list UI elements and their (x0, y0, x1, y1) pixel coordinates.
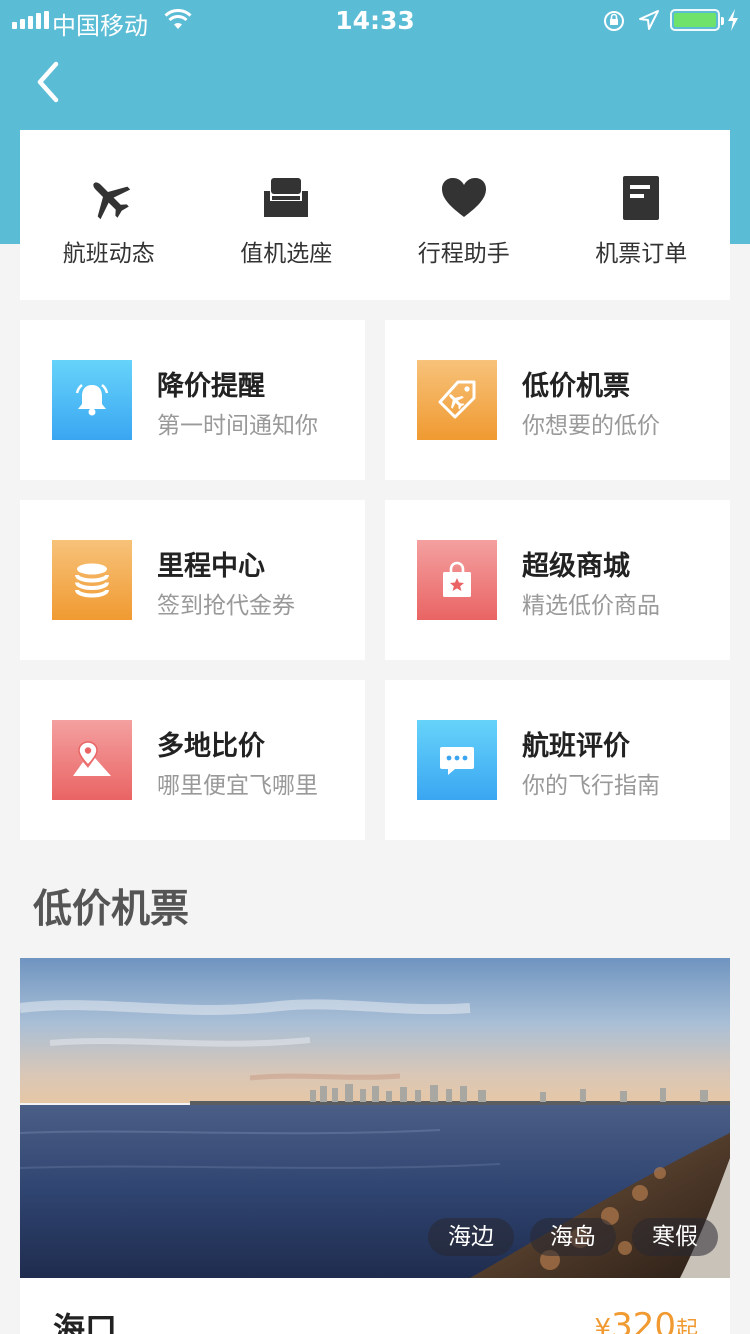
feature-flight-reviews[interactable]: 航班评价 你的飞行指南 (385, 680, 730, 840)
feature-price-alert[interactable]: 降价提醒 第一时间通知你 (20, 320, 365, 480)
quick-action-label: 机票订单 (595, 241, 688, 267)
shopping-bag-icon (417, 540, 497, 620)
feature-subtitle: 你想要的低价 (522, 413, 660, 439)
chat-bubble-icon (417, 720, 497, 800)
feature-grid: 降价提醒 第一时间通知你 低价机票 你想要的低价 里程中心 签到抢代金券 超级商… (20, 320, 730, 840)
ticket-tag-icon (417, 360, 497, 440)
quick-action-label: 值机选座 (240, 241, 333, 267)
feature-title: 多地比价 (157, 731, 265, 762)
destination-card[interactable]: 海口 ¥320起 (20, 1278, 730, 1334)
bell-icon (52, 360, 132, 440)
destination-tags: 海边 海岛 寒假 (428, 1218, 718, 1256)
feature-title: 低价机票 (522, 371, 630, 402)
back-button[interactable] (30, 58, 70, 108)
tag-chip[interactable]: 海边 (428, 1218, 514, 1256)
feature-title: 航班评价 (522, 731, 630, 762)
feature-subtitle: 哪里便宜飞哪里 (157, 773, 318, 799)
destination-name: 海口 (53, 1310, 118, 1334)
feature-subtitle: 你的飞行指南 (522, 773, 660, 799)
status-bar: 中国移动 14:33 (0, 0, 750, 40)
quick-action-check-in[interactable]: 值机选座 (198, 130, 376, 300)
feature-low-price-tickets[interactable]: 低价机票 你想要的低价 (385, 320, 730, 480)
feature-title: 超级商城 (522, 551, 630, 582)
quick-actions-card: 航班动态 值机选座 行程助手 机票订单 (20, 130, 730, 300)
feature-mileage-center[interactable]: 里程中心 签到抢代金券 (20, 500, 365, 660)
tag-chip[interactable]: 海岛 (530, 1218, 616, 1256)
price-currency: ¥ (594, 1314, 612, 1334)
coins-icon (52, 540, 132, 620)
heart-icon (440, 174, 488, 222)
document-icon (617, 174, 665, 222)
feature-subtitle: 精选低价商品 (522, 593, 660, 619)
tag-chip[interactable]: 寒假 (632, 1218, 718, 1256)
charging-bolt-icon (728, 9, 738, 31)
map-pin-mountain-icon (52, 720, 132, 800)
feature-multi-city-compare[interactable]: 多地比价 哪里便宜飞哪里 (20, 680, 365, 840)
destination-price: ¥320起 (595, 1306, 698, 1334)
battery-icon (670, 9, 724, 31)
quick-action-trip-assistant[interactable]: 行程助手 (375, 130, 553, 300)
rotation-lock-icon (604, 11, 624, 31)
feature-super-mall[interactable]: 超级商城 精选低价商品 (385, 500, 730, 660)
airplane-icon (85, 174, 133, 222)
price-suffix: 起 (675, 1318, 698, 1334)
feature-title: 里程中心 (157, 551, 265, 582)
location-arrow-icon (639, 10, 659, 30)
feature-subtitle: 签到抢代金券 (157, 593, 295, 619)
section-title-low-price: 低价机票 (33, 887, 190, 932)
seat-icon (262, 174, 310, 222)
quick-action-label: 行程助手 (417, 241, 510, 267)
feature-title: 降价提醒 (157, 371, 265, 402)
price-value: 320 (611, 1306, 676, 1334)
quick-action-label: 航班动态 (62, 241, 155, 267)
quick-action-ticket-orders[interactable]: 机票订单 (553, 130, 731, 300)
feature-subtitle: 第一时间通知你 (157, 413, 318, 439)
quick-action-flight-status[interactable]: 航班动态 (20, 130, 198, 300)
